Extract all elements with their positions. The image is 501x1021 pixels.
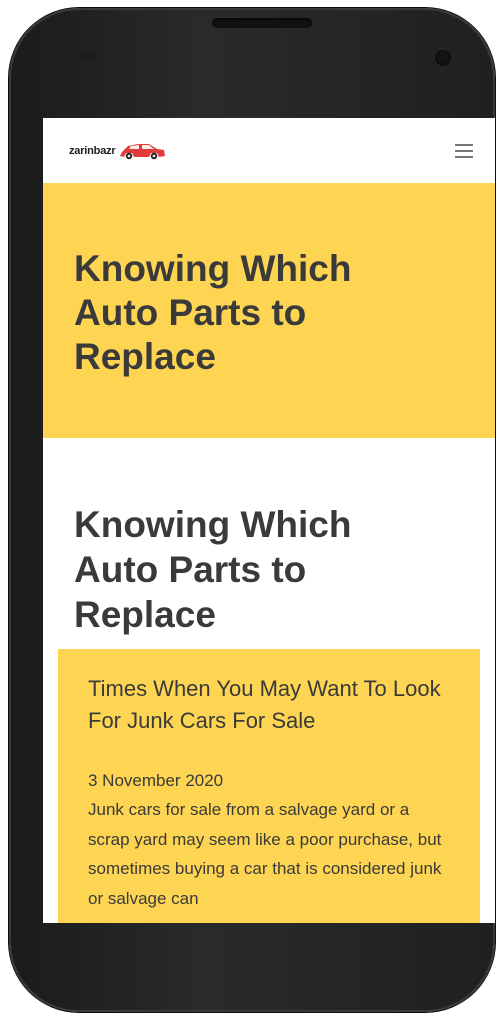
- hamburger-menu-icon[interactable]: [455, 144, 473, 158]
- post-excerpt: Junk cars for sale from a salvage yard o…: [88, 800, 442, 908]
- site-logo[interactable]: zarinbazr: [69, 138, 168, 164]
- post-date: 3 November 2020: [88, 771, 224, 790]
- site-header: zarinbazr: [43, 118, 495, 183]
- front-camera-icon: [435, 50, 451, 66]
- hero-banner: Knowing Which Auto Parts to Replace: [43, 183, 495, 438]
- post-card[interactable]: Times When You May Want To Look For Junk…: [58, 649, 480, 923]
- red-car-icon: [118, 138, 168, 164]
- section-title: Knowing Which Auto Parts to Replace: [74, 504, 352, 635]
- proximity-sensor-icon: [67, 51, 99, 61]
- logo-text: zarinbazr: [69, 145, 116, 157]
- speaker-grille-icon: [212, 18, 312, 28]
- post-title[interactable]: Times When You May Want To Look For Junk…: [88, 673, 448, 737]
- stage: zarinbazr Knowing Which Auto Parts to Re…: [0, 0, 501, 1021]
- phone-frame: zarinbazr Knowing Which Auto Parts to Re…: [9, 8, 495, 1012]
- phone-screen: zarinbazr Knowing Which Auto Parts to Re…: [43, 118, 495, 923]
- page-title: Knowing Which Auto Parts to Replace: [74, 248, 352, 377]
- main-content: Knowing Which Auto Parts to Replace Time…: [43, 438, 495, 923]
